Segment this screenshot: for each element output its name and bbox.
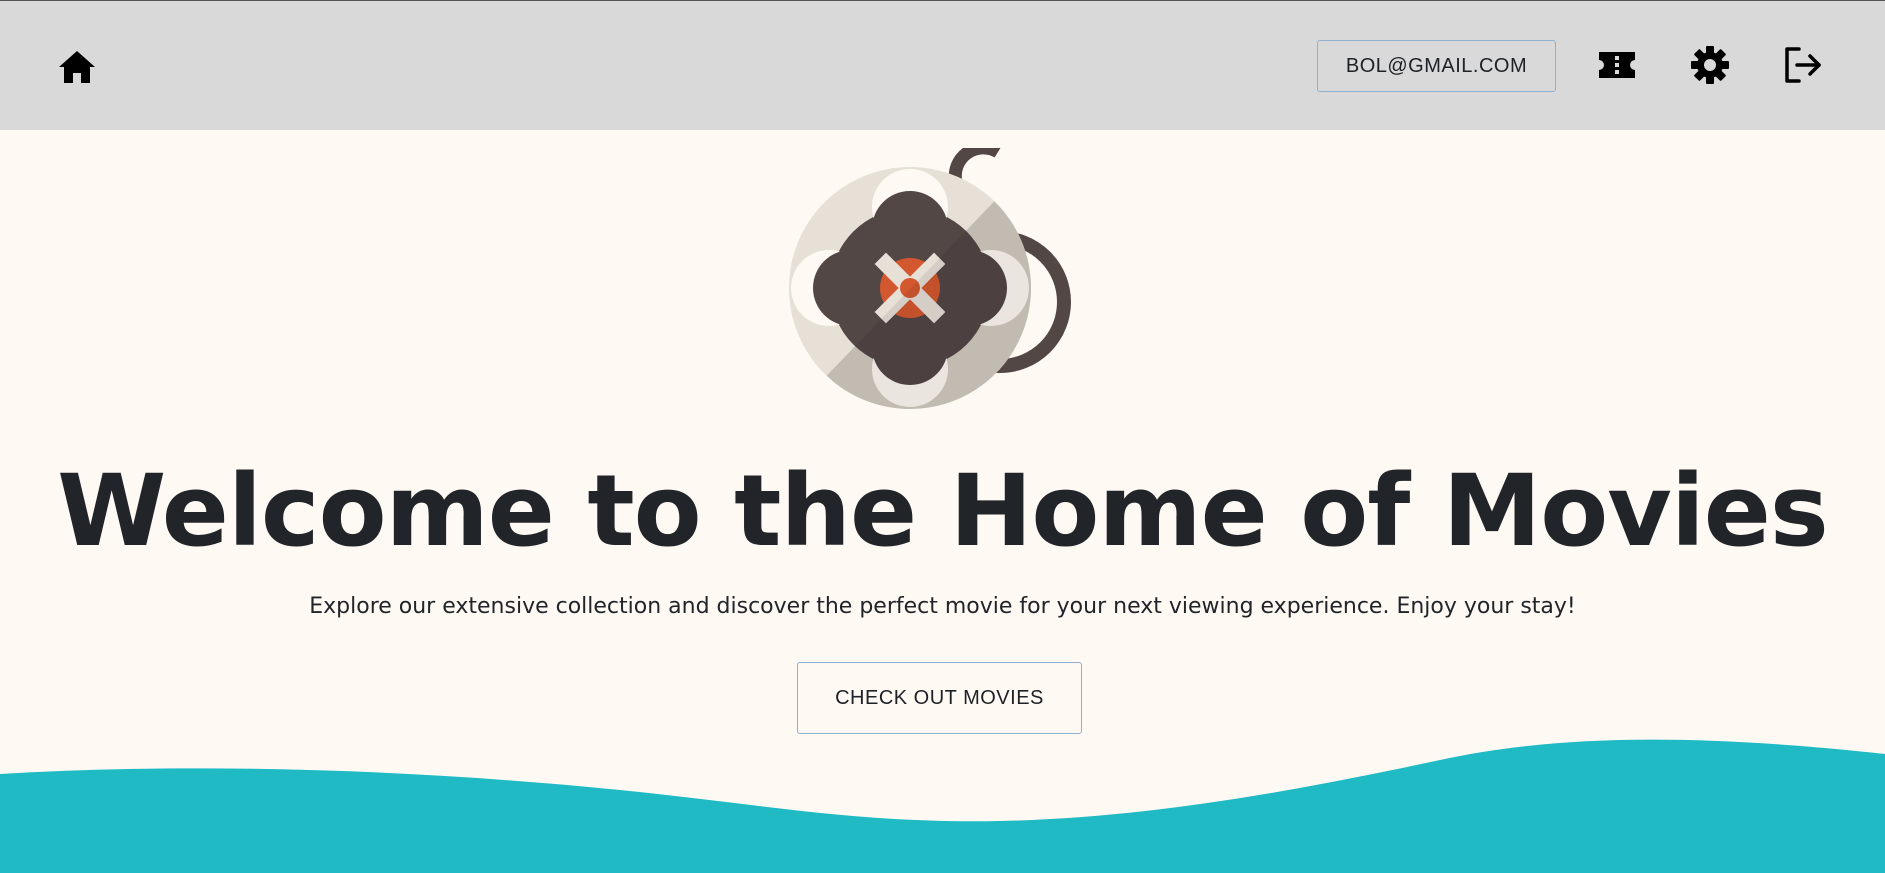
home-button[interactable] xyxy=(55,45,99,89)
ticket-icon xyxy=(1599,52,1635,78)
top-navbar: BOL@GMAIL.COM xyxy=(0,0,1885,130)
tickets-button[interactable] xyxy=(1593,41,1641,89)
logout-button[interactable] xyxy=(1779,41,1827,89)
home-icon xyxy=(59,51,95,83)
page-subtitle: Explore our extensive collection and dis… xyxy=(309,594,1576,619)
film-reel-icon xyxy=(789,148,1071,409)
page-title: Welcome to the Home of Movies xyxy=(57,454,1829,569)
decorative-wave xyxy=(0,739,1885,873)
gear-icon xyxy=(1691,46,1729,84)
user-email-button[interactable]: BOL@GMAIL.COM xyxy=(1317,40,1556,92)
logout-icon xyxy=(1785,47,1821,83)
settings-button[interactable] xyxy=(1686,41,1734,89)
